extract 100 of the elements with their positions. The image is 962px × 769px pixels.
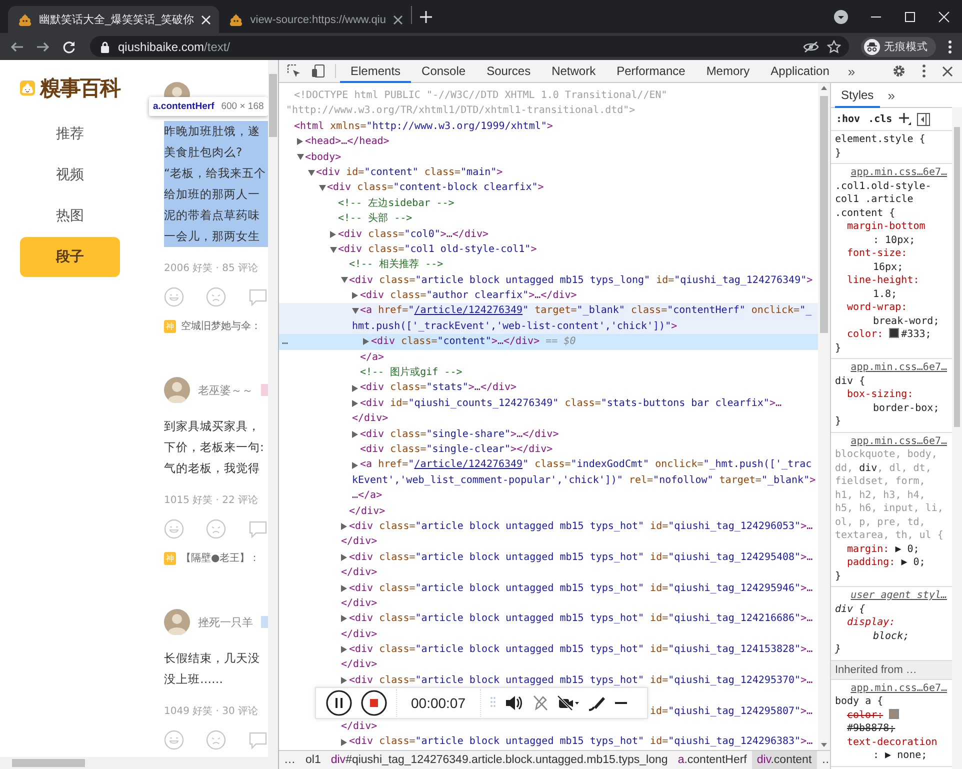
breadcrumb[interactable]: … <box>279 751 300 769</box>
back-icon[interactable] <box>10 40 24 54</box>
link[interactable]: /article/124276349 <box>414 459 523 470</box>
add-rule-icon[interactable] <box>899 113 912 125</box>
dropdown-icon[interactable] <box>834 10 848 24</box>
caret-right-icon[interactable] <box>341 584 347 592</box>
close-icon[interactable] <box>942 66 953 76</box>
author-name[interactable]: 挫死一只羊 <box>198 614 253 630</box>
address-bar[interactable]: qiushibaike.com/text/ <box>90 36 849 57</box>
color-swatch[interactable] <box>889 328 900 338</box>
caret-right-icon[interactable] <box>352 430 358 438</box>
toggle-sidebar-icon[interactable] <box>917 112 930 126</box>
scrollbar-thumb[interactable] <box>820 96 828 333</box>
post-stats: 1049 好笑 · 30 评论 <box>164 705 260 718</box>
code-line: <div class="single-share">…</div> <box>360 428 559 442</box>
nav-item[interactable]: 推荐 <box>20 114 120 154</box>
breadcrumb[interactable]: ol1 <box>300 751 326 769</box>
caret-right-icon[interactable] <box>341 646 347 654</box>
settings-icon[interactable] <box>892 64 906 78</box>
devtools-tab[interactable]: Elements <box>340 60 412 83</box>
more-icon[interactable] <box>922 64 926 78</box>
close-icon[interactable] <box>392 14 403 24</box>
scroll-up-icon[interactable] <box>821 86 827 90</box>
slashed-camera-icon[interactable] <box>556 695 578 711</box>
link[interactable]: /article/124276349 <box>414 305 523 316</box>
star-icon[interactable] <box>827 40 841 54</box>
caret-right-icon[interactable] <box>352 384 358 392</box>
slashed-pen-icon[interactable] <box>532 695 548 711</box>
stop-button[interactable] <box>361 690 387 716</box>
caret-right-icon[interactable] <box>341 738 347 746</box>
devtools-tab[interactable]: Network <box>541 60 606 83</box>
hovered-row[interactable]: <a href="/article/124276349" target="_blank" class="contentHerf" onclick="_ hmt.push(['_trackEvent','web-list-content','chick'])"> <box>279 303 818 334</box>
caret-down-icon[interactable] <box>341 277 348 284</box>
caret-right-icon[interactable] <box>341 554 347 561</box>
stylesheet-link[interactable]: app.min.css…6e7… <box>850 434 947 448</box>
speaker-icon[interactable] <box>504 695 522 711</box>
browser-tab[interactable]: view-source:https://www.qiu <box>219 6 411 33</box>
code-line: <div class="article block untagged mb15 typs_hot" id="qiushi_tag_124295408">… <box>349 550 813 565</box>
caret-right-icon[interactable] <box>352 400 358 407</box>
caret-down-icon[interactable] <box>297 154 304 160</box>
more-tabs-button[interactable]: » <box>844 60 860 82</box>
devtools-tab[interactable]: Performance <box>606 60 696 83</box>
breadcrumb[interactable]: div#qiushi_tag_124276349.article.block.untagged.mb15.typs_long <box>326 751 673 769</box>
hot-comment[interactable]: 空城旧梦她与伞： <box>181 319 261 333</box>
caret-right-icon[interactable] <box>341 615 347 622</box>
new-tab-icon[interactable] <box>420 10 432 22</box>
nav-item[interactable]: 段子 <box>20 237 120 277</box>
nav-item[interactable]: 视频 <box>20 155 120 195</box>
scroll-down-icon[interactable] <box>821 743 827 747</box>
device-icon[interactable] <box>311 64 325 78</box>
caret-down-icon[interactable] <box>352 308 359 314</box>
scrollbar-thumb[interactable] <box>269 74 277 137</box>
caret-right-icon[interactable] <box>352 292 358 300</box>
author-name[interactable]: 老巫婆～～ <box>198 382 253 398</box>
sidebar-tab[interactable]: Styles <box>835 83 880 108</box>
breadcrumb[interactable]: div.content <box>752 751 817 769</box>
stylesheet-link[interactable]: app.min.css…6e7… <box>850 361 947 374</box>
more-tabs-button[interactable]: » <box>884 83 899 107</box>
reload-icon[interactable] <box>62 40 76 54</box>
caret-right-icon[interactable] <box>341 677 347 684</box>
devtools-tab[interactable]: Memory <box>696 60 760 83</box>
stylesheet-link[interactable]: app.min.css…6e7… <box>850 166 947 180</box>
grip-icon[interactable] <box>490 696 496 710</box>
hot-comment[interactable]: 【隔壁●老王】： <box>181 551 260 565</box>
maximize-icon[interactable] <box>904 10 916 22</box>
scrollbar-thumb[interactable] <box>12 759 85 767</box>
brush-icon[interactable] <box>588 695 606 711</box>
stylesheet-link[interactable]: app.min.css…6e7… <box>850 682 947 695</box>
caret-right-icon[interactable] <box>341 523 347 530</box>
caret-down-icon[interactable] <box>319 185 326 192</box>
row-actions-button[interactable]: … <box>282 334 288 350</box>
browser-tab[interactable]: 幽默笑话大全_爆笑笑话_笑破你 <box>8 6 220 33</box>
caret-right-icon[interactable] <box>363 338 369 346</box>
post-text: “老板，给我来五个 <box>164 165 266 182</box>
profile-button[interactable]: 无痕模式 <box>861 36 936 56</box>
devtools-tab[interactable]: Sources <box>476 60 542 83</box>
logo-text[interactable]: 糗事百科 <box>40 74 120 102</box>
breadcrumb[interactable]: … <box>816 751 830 769</box>
menu-icon[interactable] <box>948 40 952 54</box>
devtools-tab[interactable]: Console <box>411 60 476 83</box>
eye-off-icon[interactable] <box>803 40 819 52</box>
code-line: <!DOCTYPE html PUBLIC "-//W3C//DTD XHTML 1.0 Transitional//EN" <box>294 89 668 103</box>
scrollbar-thumb[interactable] <box>954 127 960 427</box>
devtools-tab[interactable]: Application <box>760 60 840 83</box>
color-swatch[interactable] <box>889 708 900 718</box>
inspect-icon[interactable] <box>287 64 301 78</box>
pause-button[interactable] <box>326 690 352 716</box>
breadcrumb[interactable]: a.contentHerf <box>672 751 752 769</box>
caret-down-icon[interactable] <box>330 246 337 253</box>
tab-title: view-source:https://www.qiu <box>250 14 386 26</box>
caret-right-icon[interactable] <box>330 230 336 238</box>
forward-icon[interactable] <box>36 40 50 54</box>
caret-right-icon[interactable] <box>352 462 358 469</box>
caret-right-icon[interactable] <box>297 138 303 146</box>
filter-toggle[interactable]: :hov <box>835 114 862 124</box>
caret-down-icon[interactable] <box>308 170 315 176</box>
filter-toggle[interactable]: .cls <box>867 114 894 124</box>
nav-item[interactable]: 热图 <box>20 196 120 236</box>
selected-row[interactable]: <div class="content">…</div> == $0 … <box>279 334 818 350</box>
stylesheet-link[interactable]: user agent styl… <box>850 589 947 602</box>
